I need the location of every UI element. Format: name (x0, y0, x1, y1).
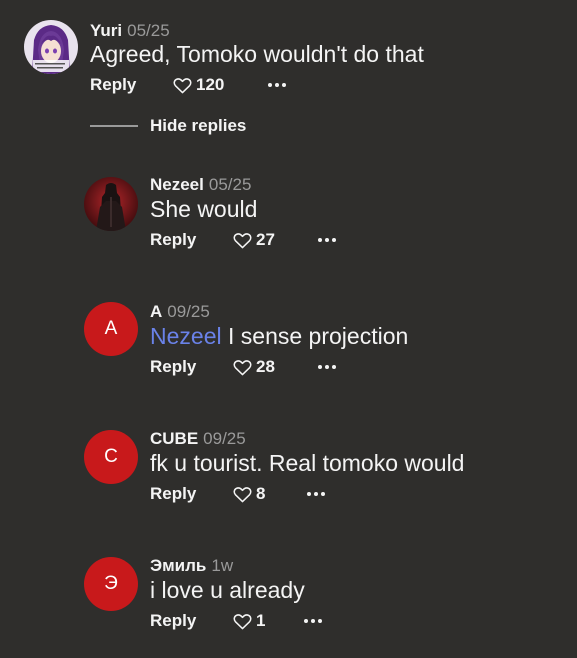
ellipsis-icon (268, 83, 286, 87)
comment-text: Nezeel I sense projection (150, 322, 408, 350)
avatar[interactable] (24, 20, 78, 74)
comment-meta: Эмиль 1w (150, 556, 233, 576)
like-button[interactable]: 8 (233, 483, 265, 505)
hide-replies-label: Hide replies (150, 116, 247, 135)
username[interactable]: CUBE (150, 429, 198, 448)
comment-text: She would (150, 196, 258, 222)
comment-meta: CUBE 09/25 (150, 429, 246, 449)
comment-date: 1w (211, 556, 234, 575)
like-count: 120 (196, 75, 225, 94)
comment-date: 09/25 (203, 429, 246, 448)
avatar-letter: Э (104, 573, 118, 594)
ellipsis-icon (304, 619, 322, 623)
ellipsis-icon (307, 492, 325, 496)
dark-figure-avatar-image (84, 177, 138, 231)
more-options-button[interactable] (316, 229, 338, 251)
avatar[interactable]: A (84, 302, 138, 356)
username[interactable]: Nezeel (150, 175, 204, 194)
like-count: 28 (256, 357, 275, 376)
like-button[interactable]: 28 (233, 356, 275, 378)
comment-thread: Yuri 05/25 Agreed, Tomoko wouldn't do tha… (0, 0, 577, 658)
more-options-button[interactable] (305, 483, 327, 505)
ellipsis-icon (318, 238, 336, 242)
more-options-button[interactable] (302, 610, 324, 632)
username[interactable]: Эмиль (150, 556, 206, 575)
comment-text: fk u tourist. Real tomoko would (150, 450, 465, 476)
like-button[interactable]: 120 (173, 74, 224, 96)
like-button[interactable]: 27 (233, 229, 275, 251)
mention-link[interactable]: Nezeel (150, 323, 222, 349)
like-count: 8 (256, 484, 266, 503)
comment-text-content: I sense projection (228, 323, 409, 349)
more-options-button[interactable] (316, 356, 338, 378)
heart-outline-icon (233, 613, 252, 629)
avatar-letter: C (104, 446, 118, 467)
avatar[interactable]: C (84, 430, 138, 484)
comment-date: 05/25 (208, 175, 252, 194)
heart-outline-icon (233, 486, 252, 502)
avatar-letter: A (104, 318, 118, 339)
thread-line (90, 125, 138, 127)
avatar[interactable] (84, 177, 138, 231)
comment-text: Agreed, Tomoko wouldn't do that (90, 41, 424, 67)
hide-replies-button[interactable]: Hide replies (90, 115, 246, 137)
reply-button[interactable]: Reply (150, 610, 196, 632)
username[interactable]: A (150, 302, 162, 321)
reply-button[interactable]: Reply (150, 356, 196, 378)
reply-button[interactable]: Reply (150, 483, 196, 505)
reply-button[interactable]: Reply (150, 229, 196, 251)
comment-meta: Yuri 05/25 (90, 21, 170, 41)
comment-date: 05/25 (127, 21, 170, 40)
ellipsis-icon (318, 365, 336, 369)
anime-avatar-image (24, 20, 78, 74)
heart-outline-icon (233, 359, 252, 375)
heart-outline-icon (233, 232, 252, 248)
like-button[interactable]: 1 (233, 610, 265, 632)
avatar[interactable]: Э (84, 557, 138, 611)
heart-outline-icon (173, 77, 192, 93)
comment-meta: Nezeel 05/25 (150, 175, 251, 195)
username[interactable]: Yuri (90, 21, 122, 40)
like-count: 27 (256, 230, 275, 249)
comment-date: 09/25 (167, 302, 210, 321)
comment-text: i love u already (150, 577, 305, 603)
reply-button[interactable]: Reply (90, 74, 136, 96)
more-options-button[interactable] (266, 74, 288, 96)
like-count: 1 (256, 611, 266, 630)
comment-meta: A 09/25 (150, 302, 210, 322)
